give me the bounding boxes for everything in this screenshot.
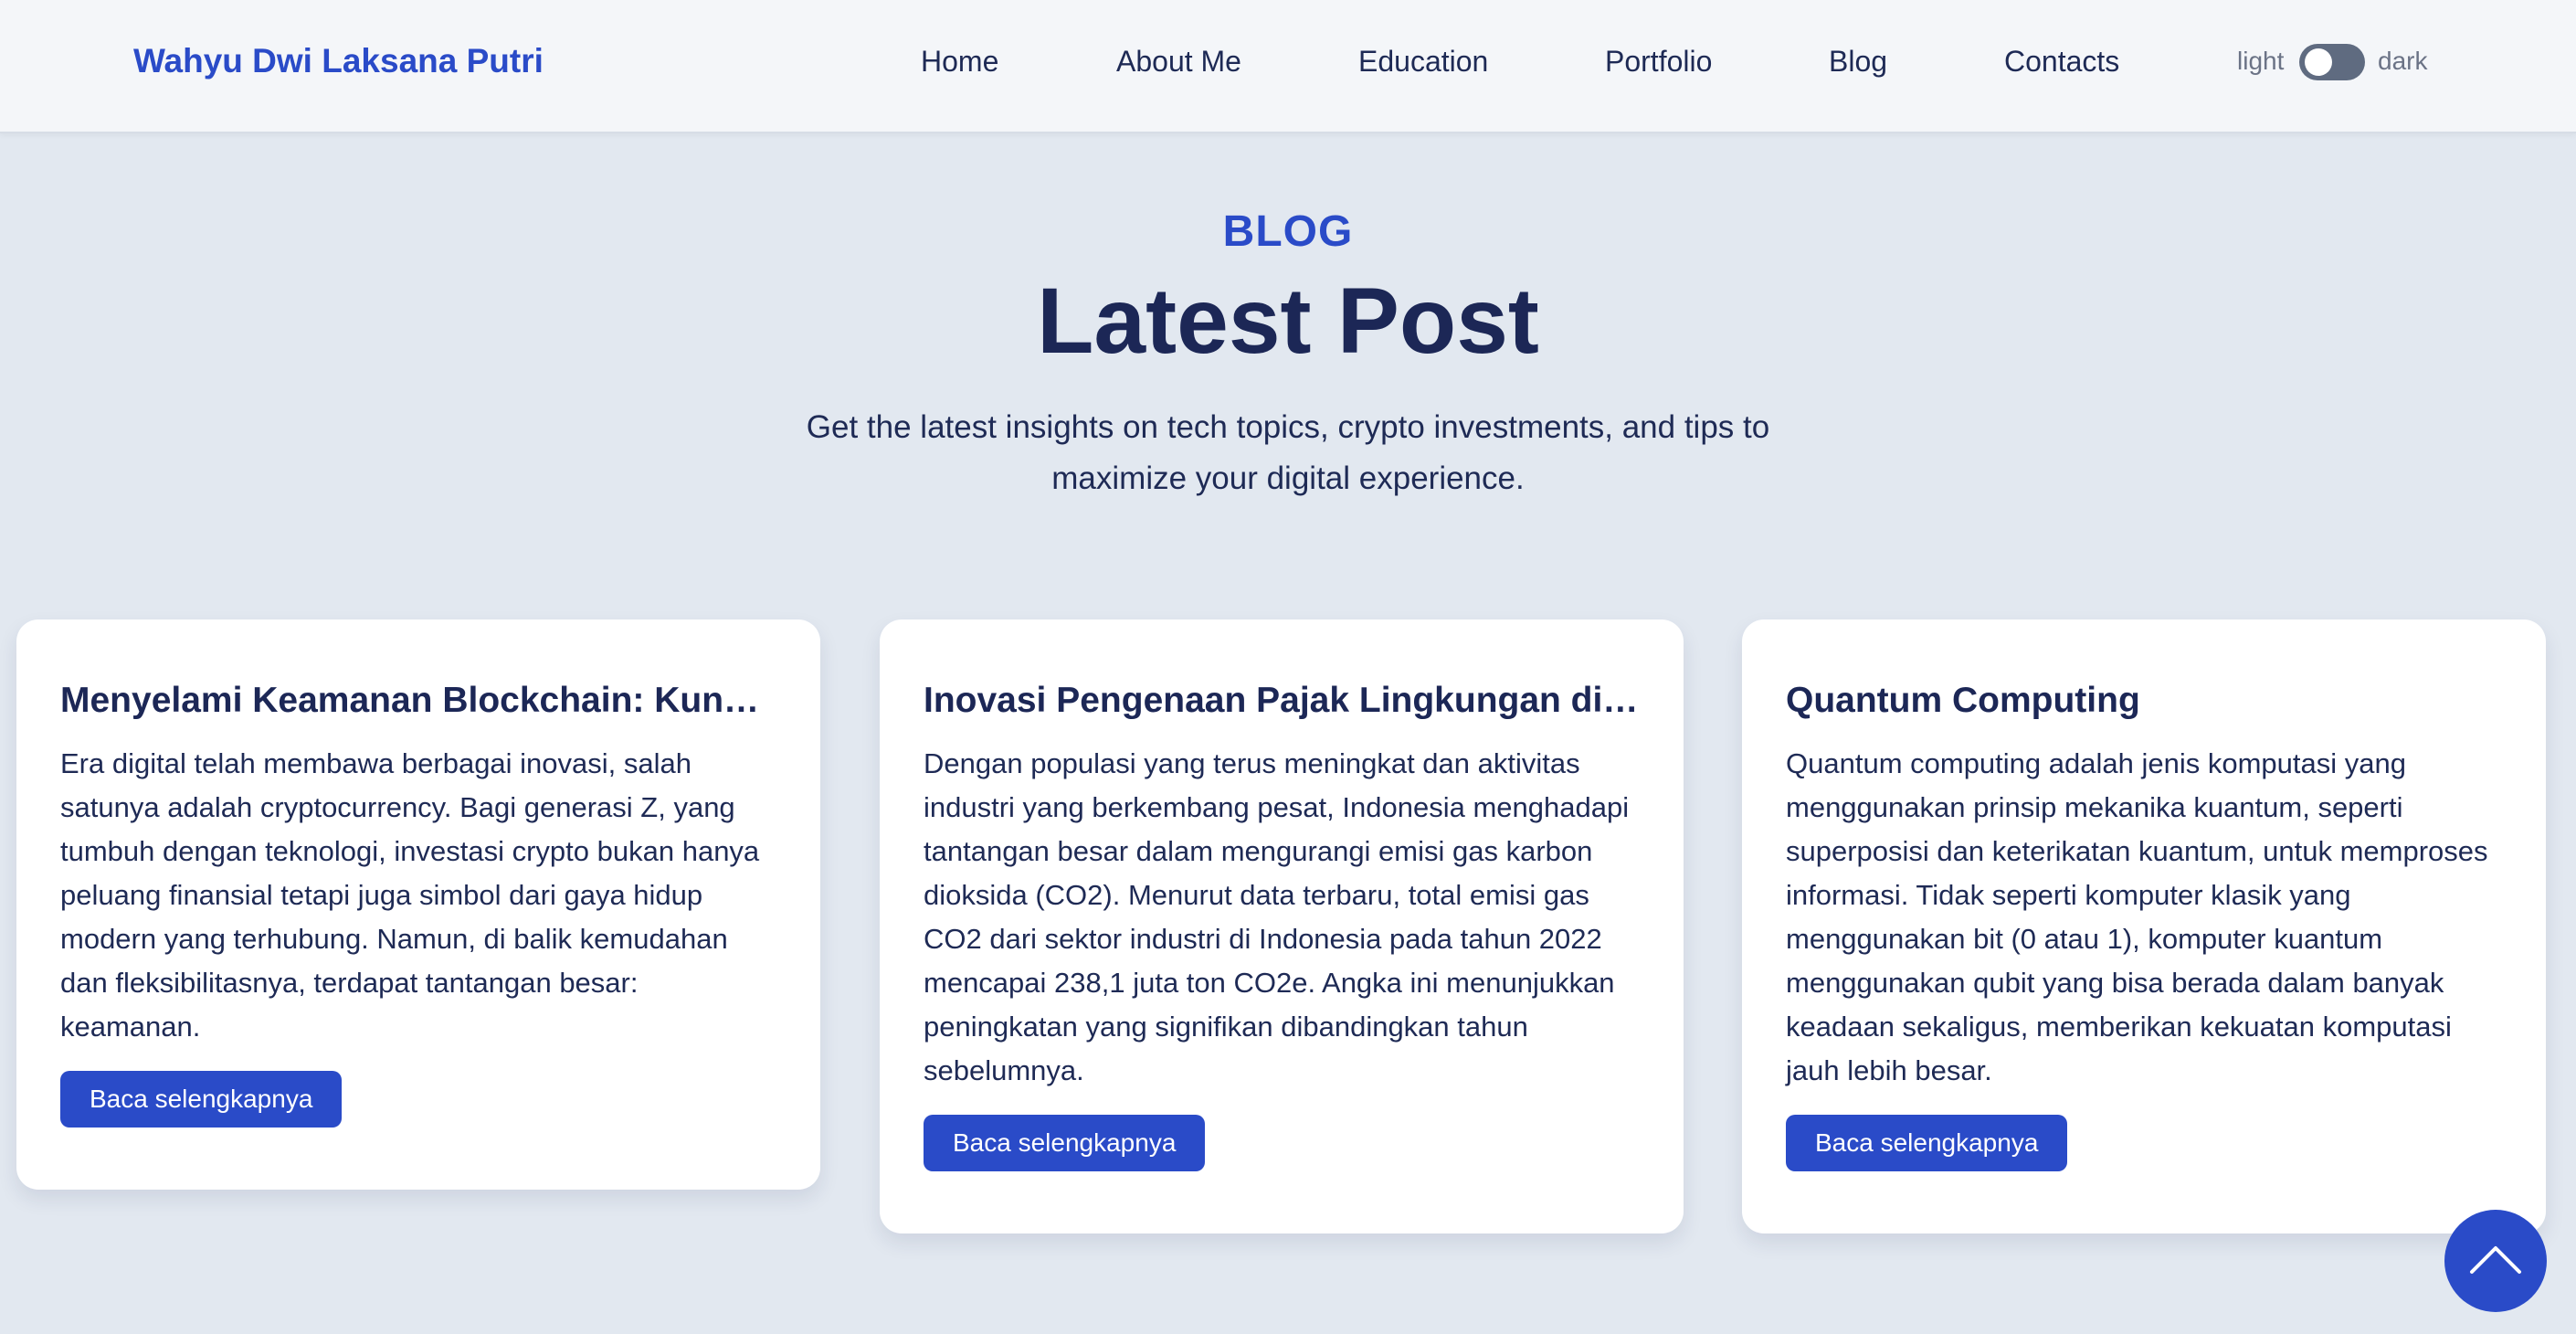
- theme-toggle[interactable]: [2299, 44, 2365, 80]
- nav-link-blog[interactable]: Blog: [1829, 40, 1887, 82]
- blog-card-title[interactable]: Inovasi Pengenaan Pajak Lingkungan di In…: [924, 678, 1640, 724]
- brand-logo[interactable]: Wahyu Dwi Laksana Putri: [133, 40, 544, 82]
- theme-light-label: light: [2237, 47, 2285, 75]
- blog-card-excerpt: Quantum computing adalah jenis komputasi…: [1786, 747, 2488, 1086]
- section-title: Latest Post: [1037, 269, 1539, 373]
- read-more-button[interactable]: Baca selengkapnya: [924, 1115, 1206, 1171]
- nav-link-education[interactable]: Education: [1358, 40, 1488, 82]
- blog-card-excerpt: Dengan populasi yang terus meningkat dan…: [924, 747, 1630, 1086]
- section-subtitle: Get the latest insights on tech topics, …: [806, 409, 1770, 496]
- blog-card-excerpt: Era digital telah membawa berbagai inova…: [60, 747, 760, 1043]
- theme-dark-label: dark: [2378, 47, 2428, 75]
- read-more-button[interactable]: Baca selengkapnya: [1786, 1115, 2068, 1171]
- blog-card: Inovasi Pengenaan Pajak Lingkungan di In…: [880, 619, 1684, 1233]
- nav-link-contacts[interactable]: Contacts: [2004, 40, 2119, 82]
- toggle-knob: [2305, 48, 2332, 76]
- blog-header: BLOG Latest Post Get the latest insights…: [0, 206, 2576, 504]
- blog-card-title[interactable]: Quantum Computing: [1786, 678, 2502, 724]
- scroll-to-top-button[interactable]: [2444, 1210, 2547, 1312]
- nav-link-home[interactable]: Home: [921, 40, 998, 82]
- blog-card: Quantum Computing Quantum computing adal…: [1742, 619, 2546, 1233]
- read-more-button[interactable]: Baca selengkapnya: [60, 1071, 343, 1128]
- section-eyebrow: BLOG: [1222, 207, 1354, 256]
- navbar: Wahyu Dwi Laksana Putri Home About Me Ed…: [0, 0, 2576, 133]
- blog-card-title[interactable]: Menyelami Keamanan Blockchain: Kunci Inv…: [60, 678, 776, 724]
- chevron-up-icon: [2470, 1246, 2521, 1274]
- blog-card: Menyelami Keamanan Blockchain: Kunci Inv…: [16, 619, 820, 1190]
- nav-link-about-me[interactable]: About Me: [1116, 40, 1241, 82]
- nav-link-portfolio[interactable]: Portfolio: [1605, 40, 1712, 82]
